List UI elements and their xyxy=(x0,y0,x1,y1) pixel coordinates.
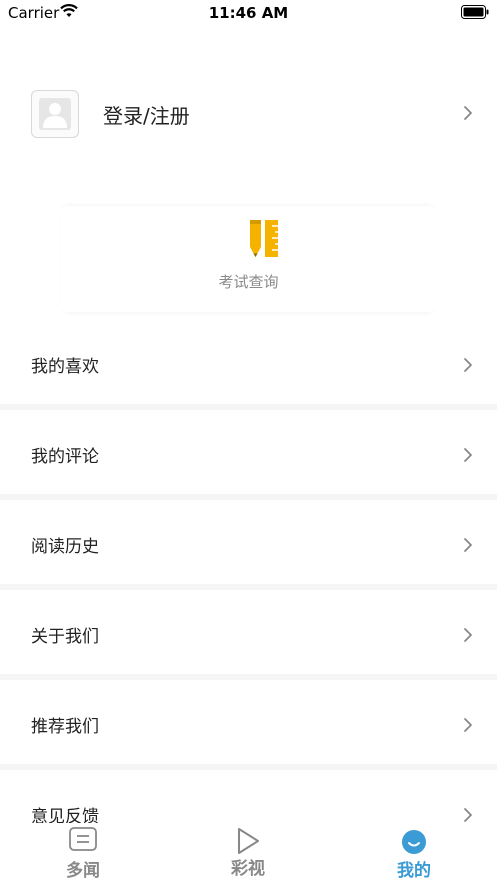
menu-item-favorites[interactable]: 我的喜欢 xyxy=(0,320,497,404)
chevron-right-icon xyxy=(464,358,472,372)
smile-icon xyxy=(402,830,426,854)
status-bar: Carrier 11:46 AM xyxy=(0,0,497,26)
clock: 11:46 AM xyxy=(208,4,289,22)
menu-list: 我的喜欢 我的评论 阅读历史 关于我们 推荐我们 意见反馈 xyxy=(0,320,497,854)
menu-item-history[interactable]: 阅读历史 xyxy=(0,500,497,584)
menu-item-comments[interactable]: 我的评论 xyxy=(0,410,497,494)
chevron-right-icon xyxy=(464,538,472,552)
menu-item-label: 我的喜欢 xyxy=(31,357,99,377)
user-placeholder-icon xyxy=(39,98,71,130)
menu-item-about[interactable]: 关于我们 xyxy=(0,590,497,674)
tab-label: 我的 xyxy=(397,861,431,881)
chevron-right-icon xyxy=(464,808,472,822)
exam-query-card[interactable]: 考试查询 xyxy=(60,206,437,312)
chevron-right-icon xyxy=(464,628,472,642)
play-icon xyxy=(238,828,259,854)
tab-video[interactable]: 彩视 xyxy=(198,823,298,883)
tab-news[interactable]: 多闻 xyxy=(33,823,133,883)
tab-bar: 多闻 彩视 我的 xyxy=(0,823,497,883)
menu-item-label: 推荐我们 xyxy=(31,717,99,737)
exam-query-label: 考试查询 xyxy=(218,273,279,291)
avatar xyxy=(31,90,79,138)
pencil-ruler-icon xyxy=(250,220,278,257)
menu-item-label: 我的评论 xyxy=(31,447,99,467)
menu-item-label: 关于我们 xyxy=(31,627,99,647)
battery-icon xyxy=(461,5,489,19)
tab-mine[interactable]: 我的 xyxy=(364,823,464,883)
chevron-right-icon xyxy=(464,718,472,732)
tab-label: 彩视 xyxy=(231,859,265,879)
news-icon xyxy=(69,827,97,851)
tab-label: 多闻 xyxy=(66,861,100,881)
login-register-label: 登录/注册 xyxy=(103,104,190,128)
chevron-right-icon xyxy=(464,448,472,462)
menu-item-recommend[interactable]: 推荐我们 xyxy=(0,680,497,764)
login-register-row[interactable]: 登录/注册 xyxy=(0,88,497,140)
chevron-right-icon xyxy=(464,106,472,120)
menu-item-label: 阅读历史 xyxy=(31,537,99,557)
